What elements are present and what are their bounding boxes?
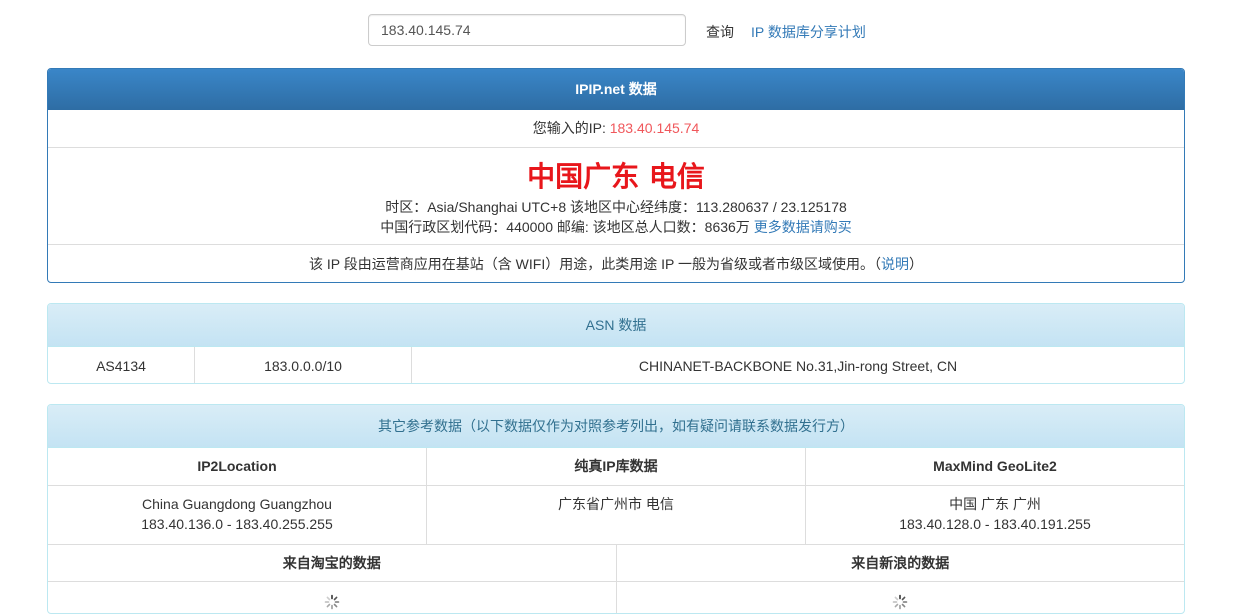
asn-number: AS4134 bbox=[48, 347, 195, 383]
other-reference-panel: 其它参考数据（以下数据仅作为对照参考列出，如有疑问请联系数据发行方） IP2Lo… bbox=[47, 404, 1185, 614]
input-ip-value: 183.40.145.74 bbox=[609, 120, 700, 136]
timezone-coordinates: 时区：Asia/Shanghai UTC+8 该地区中心经纬度：113.2806… bbox=[385, 199, 847, 215]
query-button[interactable]: 查询 bbox=[706, 22, 734, 42]
qqwry-location: 广东省广州市 电信 bbox=[558, 496, 674, 512]
maxmind-range: 183.40.128.0 - 183.40.191.255 bbox=[899, 516, 1091, 532]
explanation-link[interactable]: 说明 bbox=[881, 256, 909, 272]
extra-source-headers: 来自淘宝的数据 来自新浪的数据 bbox=[48, 545, 1184, 582]
source-value-ip2location: China Guangdong Guangzhou 183.40.136.0 -… bbox=[48, 486, 427, 544]
usage-note-end: ） bbox=[908, 256, 923, 272]
region-code-text: 中国行政区划代码：440000 邮编: 该地区总人口数：8636万 bbox=[380, 219, 754, 235]
taobao-loading bbox=[48, 582, 617, 613]
ip2location-range: 183.40.136.0 - 183.40.255.255 bbox=[141, 516, 333, 532]
ipip-panel-title: IPIP.net 数据 bbox=[48, 69, 1184, 110]
usage-note-text: 该 IP 段由运营商应用在基站（含 WIFI）用途，此类用途 IP 一般为省级或… bbox=[309, 256, 881, 272]
asn-row: AS4134 183.0.0.0/10 CHINANET-BACKBONE No… bbox=[48, 347, 1184, 383]
ip2location-location: China Guangdong Guangzhou bbox=[142, 496, 332, 512]
extra-source-values bbox=[48, 582, 1185, 613]
asn-panel-title: ASN 数据 bbox=[48, 304, 1184, 347]
usage-note-row: 该 IP 段由运营商应用在基站（含 WIFI）用途，此类用途 IP 一般为省级或… bbox=[48, 245, 1184, 282]
ip-database-share-link[interactable]: IP 数据库分享计划 bbox=[751, 22, 866, 42]
source-value-maxmind: 中国 广东 广州 183.40.128.0 - 183.40.191.255 bbox=[806, 486, 1184, 544]
asn-panel: ASN 数据 AS4134 183.0.0.0/10 CHINANET-BACK… bbox=[47, 303, 1185, 384]
source-values: China Guangdong Guangzhou 183.40.136.0 -… bbox=[48, 486, 1184, 545]
input-ip-label: 您输入的IP: bbox=[532, 120, 610, 136]
maxmind-location: 中国 广东 广州 bbox=[949, 496, 1041, 512]
taobao-header: 来自淘宝的数据 bbox=[48, 545, 617, 581]
buy-more-data-link[interactable]: 更多数据请购买 bbox=[754, 219, 852, 235]
region-code-line: 中国行政区划代码：440000 邮编: 该地区总人口数：8636万 更多数据请购… bbox=[48, 218, 1184, 236]
ipip-panel: IPIP.net 数据 您输入的IP: 183.40.145.74 中国广东 电… bbox=[47, 68, 1185, 283]
location-row: 中国广东 电信 时区：Asia/Shanghai UTC+8 该地区中心经纬度：… bbox=[48, 148, 1184, 245]
ip-search-input[interactable] bbox=[368, 14, 686, 46]
input-ip-row: 您输入的IP: 183.40.145.74 bbox=[48, 110, 1184, 148]
asn-name: CHINANET-BACKBONE No.31,Jin-rong Street,… bbox=[638, 358, 958, 374]
asn-prefix: 183.0.0.0/10 bbox=[195, 347, 412, 383]
sina-header: 来自新浪的数据 bbox=[851, 555, 950, 571]
source-header-maxmind: MaxMind GeoLite2 bbox=[933, 458, 1057, 474]
location-result: 中国广东 电信 bbox=[527, 160, 705, 193]
source-header-ip2location: IP2Location bbox=[48, 448, 427, 485]
source-value-qqwry: 广东省广州市 电信 bbox=[427, 486, 806, 544]
sina-loading bbox=[617, 582, 1185, 613]
search-bar: 查询 IP 数据库分享计划 bbox=[0, 0, 1245, 60]
source-headers: IP2Location 纯真IP库数据 MaxMind GeoLite2 bbox=[48, 448, 1184, 486]
source-header-qqwry: 纯真IP库数据 bbox=[427, 448, 806, 485]
other-panel-title: 其它参考数据（以下数据仅作为对照参考列出，如有疑问请联系数据发行方） bbox=[48, 405, 1184, 448]
